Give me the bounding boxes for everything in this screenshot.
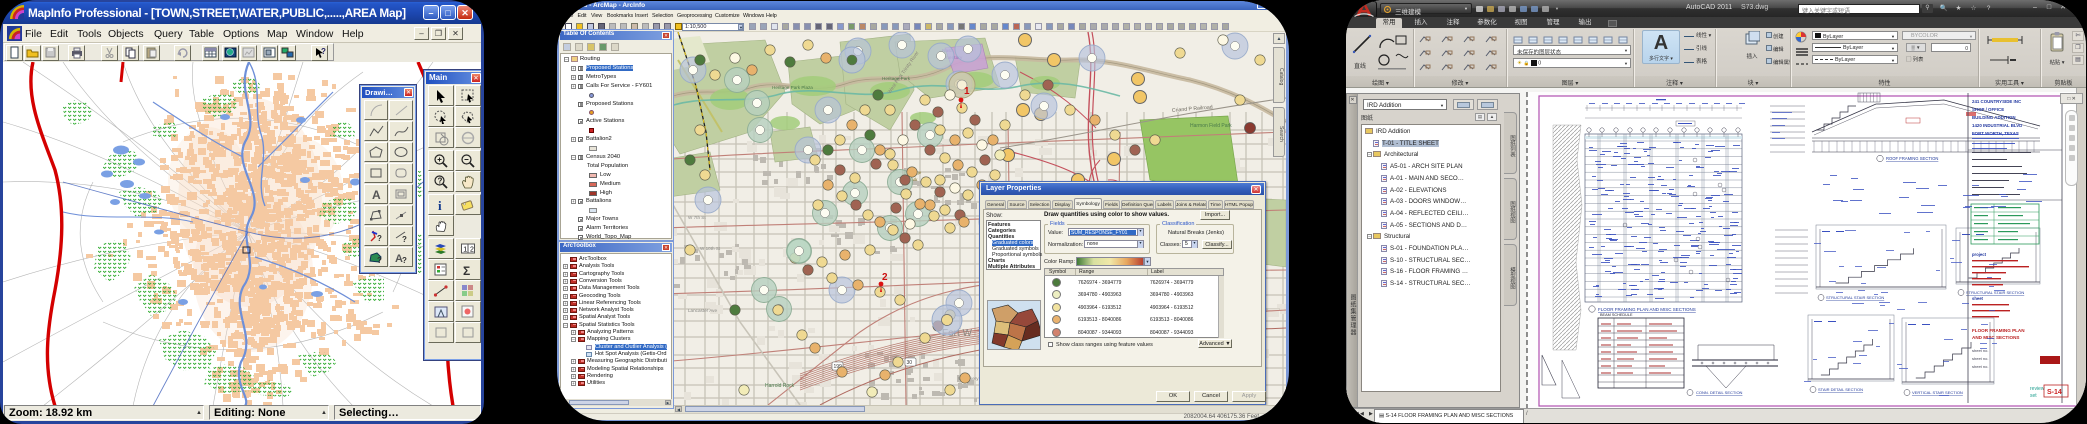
svg-text:AND MISC SECTIONS: AND MISC SECTIONS: [1972, 335, 2019, 340]
svg-text:W 7th St: W 7th St: [688, 215, 706, 220]
svg-text:1: 1: [463, 246, 467, 253]
svg-text:STAIR DETAIL SECTION: STAIR DETAIL SECTION: [1818, 387, 1863, 392]
svg-text:review: review: [2030, 386, 2045, 392]
svg-text:2: 2: [470, 246, 474, 253]
svg-text:W 10th St: W 10th St: [700, 246, 721, 251]
svg-text:BUILDING ADDITION: BUILDING ADDITION: [1972, 115, 2016, 120]
svg-text:30: 30: [907, 360, 913, 366]
svg-text:sheet no.: sheet no.: [1972, 356, 1988, 361]
svg-text:?: ?: [402, 235, 407, 244]
svg-text:?: ?: [402, 256, 407, 265]
svg-text:FLOOR FRAMING PLAN: FLOOR FRAMING PLAN: [1972, 328, 2025, 333]
svg-text:project: project: [1972, 252, 1987, 257]
svg-text:sheet: sheet: [1972, 296, 1984, 301]
svg-text:?: ?: [377, 256, 382, 265]
svg-text:SHOP / OFFICE: SHOP / OFFICE: [1972, 107, 2004, 112]
svg-text:Heritage Park: Heritage Park: [882, 76, 911, 81]
svg-text:Heritage Park Plaza: Heritage Park Plaza: [772, 85, 813, 90]
svg-text:FLOOR FRAMING PLAN AND MISC SE: FLOOR FRAMING PLAN AND MISC SECTIONS: [1598, 307, 1696, 312]
svg-text:ROOF FRAMING SECTION: ROOF FRAMING SECTION: [1886, 156, 1938, 161]
svg-text:2: 2: [882, 272, 888, 283]
svg-text:STRUCTURAL STAIR SECTION: STRUCTURAL STAIR SECTION: [1826, 295, 1884, 300]
svg-text:?: ?: [377, 234, 382, 243]
svg-text:Harrold Rock: Harrold Rock: [765, 383, 795, 389]
svg-text:i: i: [438, 198, 442, 213]
svg-text:VERTICAL STAIR SECTION: VERTICAL STAIR SECTION: [1912, 390, 1963, 395]
svg-text:A: A: [372, 188, 381, 202]
svg-text:S-14: S-14: [2047, 389, 2062, 396]
svg-text:241 COUNTRYSIDE INC: 241 COUNTRYSIDE INC: [1972, 99, 2022, 104]
svg-text:Harmon Field Park: Harmon Field Park: [1190, 123, 1232, 129]
svg-text:sheet no.: sheet no.: [1972, 364, 1988, 369]
svg-text:BEAM SCHEDULE: BEAM SCHEDULE: [1600, 313, 1633, 317]
svg-text:CONN. DETAIL SECTION: CONN. DETAIL SECTION: [1696, 390, 1743, 395]
svg-text:1420 INDUSTRIAL BLVD: 1420 INDUSTRIAL BLVD: [1972, 123, 2022, 128]
svg-text:?: ?: [321, 47, 326, 56]
svg-text:?: ?: [438, 177, 443, 186]
svg-text:Lancaster Ave: Lancaster Ave: [688, 308, 717, 313]
svg-text:set: set: [2030, 393, 2037, 399]
svg-text:Σ: Σ: [463, 264, 470, 278]
svg-text:1: 1: [964, 86, 970, 97]
svg-text:FORT WORTH, TEXAS: FORT WORTH, TEXAS: [1972, 131, 2019, 136]
